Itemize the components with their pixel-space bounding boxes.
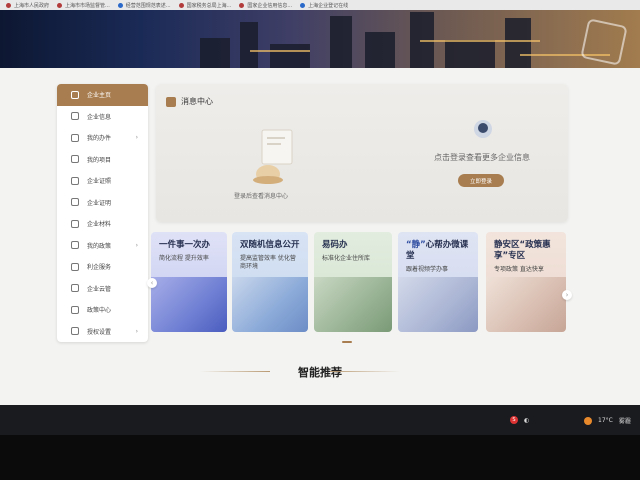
monitor-bezel xyxy=(0,435,640,480)
message-icon xyxy=(166,96,176,107)
empty-message-text: 登录后查看消息中心 xyxy=(234,193,289,200)
weather-sun-icon xyxy=(584,416,592,425)
card-micro-class[interactable]: “静”心帮办微课堂 跟着视频学办事 xyxy=(398,232,478,332)
browser-tab-bar: 上海市人民政府 上海市市场监督管... 经营范围规范表述... 国家税务总局上海… xyxy=(0,0,640,10)
carousel-indicator[interactable] xyxy=(342,341,352,343)
section-title: 智能推荐 xyxy=(298,366,342,379)
card-random-inspection[interactable]: 双随机信息公开 提高监管效率 优化营商环境 xyxy=(232,232,308,332)
card-photo xyxy=(232,277,308,332)
credit-favicon-icon xyxy=(239,2,245,8)
card-photo xyxy=(151,277,227,332)
chevron-right-icon: › xyxy=(135,134,138,142)
home-icon xyxy=(71,90,79,99)
project-icon xyxy=(71,155,79,164)
browser-tab[interactable]: 上海企业登记在线 xyxy=(300,2,348,9)
chevron-right-icon: › xyxy=(135,241,138,249)
card-photo xyxy=(486,277,566,332)
title-divider-right xyxy=(330,371,400,372)
sidebar-item-licenses[interactable]: 企业证照 xyxy=(57,170,148,192)
settings-icon xyxy=(71,327,79,336)
document-icon xyxy=(71,133,79,142)
system-tray: S ◐ xyxy=(510,416,529,424)
browser-tab[interactable]: 国家税务总局上海... xyxy=(178,2,231,9)
monitor-screen: 上海市人民政府 上海市市场监督管... 经营范围规范表述... 国家税务总局上海… xyxy=(0,0,640,405)
tax-favicon-icon xyxy=(178,2,184,8)
policy-icon xyxy=(71,241,79,250)
carousel-next-icon[interactable]: › xyxy=(562,290,572,300)
sidebar-item-authorization[interactable]: 授权设置 › xyxy=(57,321,148,343)
service-icon xyxy=(71,262,79,271)
carousel-prev-icon[interactable]: ‹ xyxy=(147,278,157,288)
sidebar-item-home[interactable]: 企业主页 xyxy=(57,84,148,106)
seal-logo-icon xyxy=(580,18,628,66)
sidebar-item-policy-center[interactable]: 政策中心 xyxy=(57,299,148,321)
card-photo xyxy=(398,277,478,332)
center-icon xyxy=(71,305,79,314)
sidebar-item-company-info[interactable]: 企业信息 xyxy=(57,106,148,128)
gov-favicon-icon xyxy=(57,2,63,8)
sidebar-item-cloud[interactable]: 企业云管 xyxy=(57,278,148,300)
windows-taskbar xyxy=(0,405,640,435)
sidebar-item-materials[interactable]: 企业材料 xyxy=(57,213,148,235)
building-icon xyxy=(71,112,79,121)
sidebar-item-my-policies[interactable]: 我的政策 › xyxy=(57,235,148,257)
card-policy-zone[interactable]: 静安区“政策惠享”专区 专项政策 直达快享 xyxy=(486,232,566,332)
sidebar-item-services[interactable]: 利企服务 xyxy=(57,256,148,278)
message-center-header: 消息中心 xyxy=(166,96,213,107)
chevron-right-icon: › xyxy=(135,327,138,335)
cloud-icon xyxy=(71,284,79,293)
browser-tab[interactable]: 上海市人民政府 xyxy=(6,2,49,9)
card-photo xyxy=(314,277,392,332)
browser-tab[interactable]: 上海市市场监督管... xyxy=(57,2,110,9)
sidebar-item-certificates[interactable]: 企业证明 xyxy=(57,192,148,214)
service-cards-carousel: 一件事一次办 简化流程 提升效率 双随机信息公开 提高监管效率 优化营商环境 易… xyxy=(151,232,571,342)
registry-favicon-icon xyxy=(300,2,306,8)
user-avatar-icon xyxy=(474,120,492,138)
site-favicon-icon xyxy=(117,2,123,8)
card-one-stop[interactable]: 一件事一次办 简化流程 提升效率 xyxy=(151,232,227,332)
message-center-panel: 消息中心 登录后查看消息中心 点击登录查看更多企业信息 立即登录 xyxy=(156,84,568,222)
browser-tab[interactable]: 经营范围规范表述... xyxy=(117,2,171,9)
license-icon xyxy=(71,176,79,185)
login-button[interactable]: 立即登录 xyxy=(458,174,504,187)
sogou-input-icon[interactable]: S xyxy=(510,416,518,424)
weather-widget[interactable]: 17°C 雾霾 xyxy=(584,416,631,425)
sidebar-item-my-cases[interactable]: 我的办件 › xyxy=(57,127,148,149)
card-easy-code[interactable]: 易码办 标准化企业住所库 xyxy=(314,232,392,332)
empty-inbox-icon xyxy=(253,129,293,184)
sidebar-nav: 企业主页 企业信息 我的办件 › 我的项目 企业证照 企业证明 企业材料 我的政策… xyxy=(57,84,148,342)
city-banner xyxy=(0,10,640,68)
network-icon[interactable]: ◐ xyxy=(524,417,529,424)
certificate-icon xyxy=(71,198,79,207)
folder-icon xyxy=(71,219,79,228)
gov-favicon-icon xyxy=(6,2,11,8)
login-prompt-text: 点击登录查看更多企业信息 xyxy=(434,153,530,162)
sidebar-item-my-projects[interactable]: 我的项目 xyxy=(57,149,148,171)
browser-tab[interactable]: 国家企业信用信息... xyxy=(239,2,292,9)
